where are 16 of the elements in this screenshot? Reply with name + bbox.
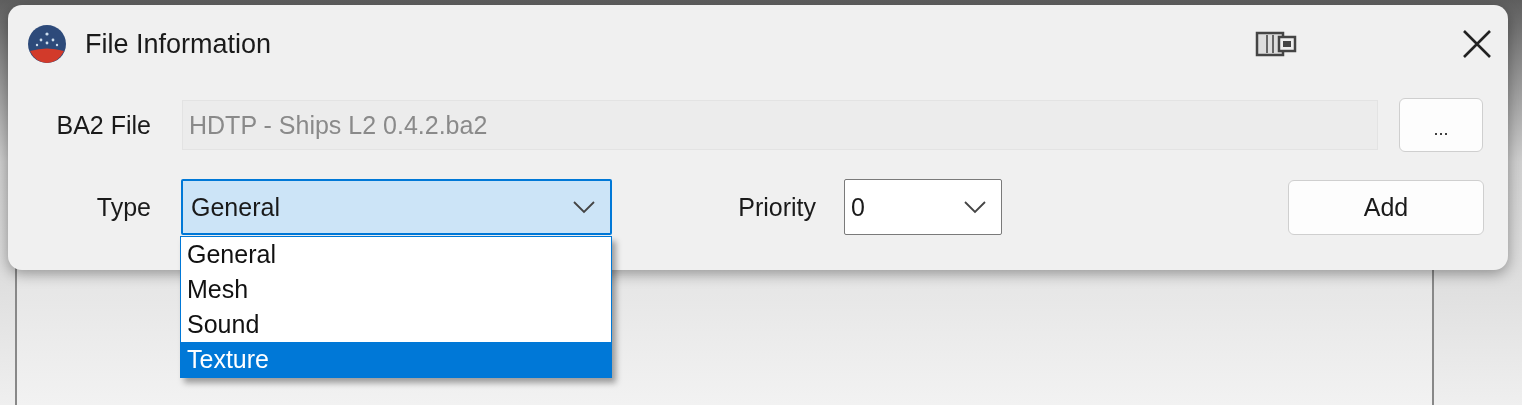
field-label: BA2 File: [55, 110, 151, 140]
add-button[interactable]: Add: [1288, 179, 1484, 235]
type-dropdown[interactable]: General: [181, 179, 612, 235]
window-title: File Information: [85, 28, 272, 60]
window-mode-icon[interactable]: [1255, 31, 1297, 57]
chevron-icon: [572, 200, 596, 214]
field-label: Priority: [737, 192, 816, 222]
app-icon: [27, 24, 67, 64]
dropdown-option[interactable]: Sound: [181, 307, 611, 342]
dropdown-option[interactable]: Mesh: [181, 272, 611, 307]
priority-dropdown[interactable]: 0: [844, 179, 1002, 235]
close-icon[interactable]: [1462, 29, 1492, 59]
field-label: Type: [95, 192, 151, 222]
dropdown-option[interactable]: Texture: [181, 342, 611, 377]
chevron-icon: [963, 200, 987, 214]
dropdown-option[interactable]: General: [181, 237, 611, 272]
